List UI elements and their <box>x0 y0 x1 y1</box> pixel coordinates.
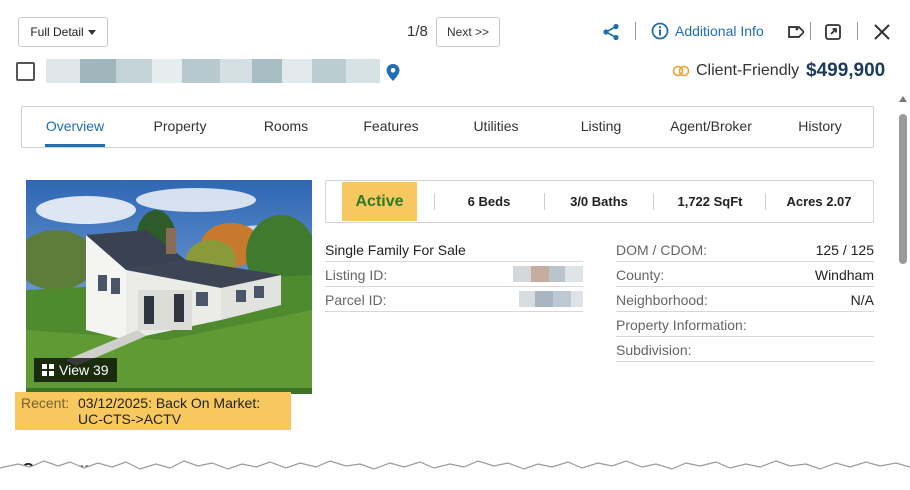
tab-agent-broker[interactable]: Agent/Broker <box>664 107 758 147</box>
map-pin-icon[interactable] <box>386 64 400 81</box>
scroll-thumb[interactable] <box>899 114 907 264</box>
subdivision-label: Subdivision: <box>616 342 692 358</box>
full-detail-label: Full Detail <box>30 25 84 39</box>
listing-price: $499,900 <box>806 60 886 81</box>
summary-divider <box>544 193 545 210</box>
toolbar-divider <box>635 22 636 40</box>
listing-id-redacted <box>513 266 583 282</box>
caret-down-icon <box>87 29 96 35</box>
tab-rooms[interactable]: Rooms <box>256 107 316 147</box>
property-type-row: Single Family For Sale <box>325 237 583 262</box>
listing-photo[interactable]: View 39 <box>26 180 312 394</box>
tab-features[interactable]: Features <box>356 107 426 147</box>
dom-row: DOM / CDOM: 125 / 125 <box>616 237 874 262</box>
county-row: County: Windham <box>616 262 874 287</box>
county-value: Windham <box>814 267 874 283</box>
property-information-row: Property Information: <box>616 312 874 337</box>
baths-count: 3/0 Baths <box>570 194 628 209</box>
info-icon <box>651 22 669 40</box>
county-label: County: <box>616 267 665 283</box>
tab-utilities[interactable]: Utilities <box>465 107 527 147</box>
close-icon[interactable] <box>872 22 892 42</box>
tab-listing[interactable]: Listing <box>574 107 628 147</box>
client-friendly-icon <box>672 65 690 77</box>
tab-history[interactable]: History <box>792 107 848 147</box>
subdivision-row: Subdivision: <box>616 337 874 362</box>
neighborhood-label: Neighborhood: <box>616 292 708 308</box>
dom-value: 125 / 125 <box>815 242 874 258</box>
view-photos-label: View 39 <box>59 362 109 378</box>
dom-label: DOM / CDOM: <box>616 242 707 258</box>
parcel-id-row: Parcel ID: <box>325 287 583 312</box>
additional-info-link[interactable]: Additional Info <box>651 22 764 40</box>
scrollbar[interactable] <box>898 96 908 466</box>
beds-count: 6 Beds <box>467 194 511 209</box>
parcel-id-label: Parcel ID: <box>325 292 387 308</box>
tab-property[interactable]: Property <box>147 107 213 147</box>
status-badge: Active <box>342 182 417 221</box>
tag-icon[interactable] <box>784 22 804 42</box>
listing-summary-bar: Active 6 Beds 3/0 Baths 1,722 SqFt Acres… <box>325 180 874 223</box>
share-icon[interactable] <box>602 23 620 41</box>
summary-divider <box>434 193 435 210</box>
neighborhood-value: N/A <box>850 292 874 308</box>
select-listing-checkbox[interactable] <box>16 62 35 81</box>
listing-id-row: Listing ID: <box>325 262 583 287</box>
client-friendly-badge: Client-Friendly <box>672 62 799 80</box>
address-redacted <box>46 59 380 83</box>
recent-value: 03/12/2025: Back On Market: UC-CTS->ACTV <box>78 395 261 427</box>
toolbar-divider <box>857 22 858 40</box>
view-photos-button[interactable]: View 39 <box>34 358 117 382</box>
sqft-value: 1,722 SqFt <box>677 194 743 209</box>
acres-value: Acres 2.07 <box>786 194 852 209</box>
property-information-label: Property Information: <box>616 317 747 333</box>
gallery-grid-icon <box>42 364 54 376</box>
next-button[interactable]: Next >> <box>436 17 500 47</box>
listing-id-label: Listing ID: <box>325 267 388 283</box>
client-friendly-label: Client-Friendly <box>696 62 800 79</box>
summary-divider <box>653 193 654 210</box>
pager-count: 1/8 <box>407 23 428 40</box>
parcel-id-redacted <box>519 291 583 307</box>
toolbar-divider <box>810 22 811 40</box>
torn-edge <box>0 460 910 490</box>
tab-overview[interactable]: Overview <box>45 107 105 147</box>
recent-label: Recent: <box>21 395 70 411</box>
scroll-up-arrow-icon[interactable] <box>899 96 907 102</box>
detail-tabs: Overview Property Rooms Features Utiliti… <box>21 106 874 148</box>
neighborhood-row: Neighborhood: N/A <box>616 287 874 312</box>
summary-divider <box>765 193 766 210</box>
additional-info-label: Additional Info <box>675 23 764 39</box>
full-detail-dropdown[interactable]: Full Detail <box>18 17 108 47</box>
recent-change-banner: Recent: 03/12/2025: Back On Market: UC-C… <box>15 392 291 430</box>
property-type: Single Family For Sale <box>325 242 466 258</box>
external-window-icon[interactable] <box>823 22 843 42</box>
